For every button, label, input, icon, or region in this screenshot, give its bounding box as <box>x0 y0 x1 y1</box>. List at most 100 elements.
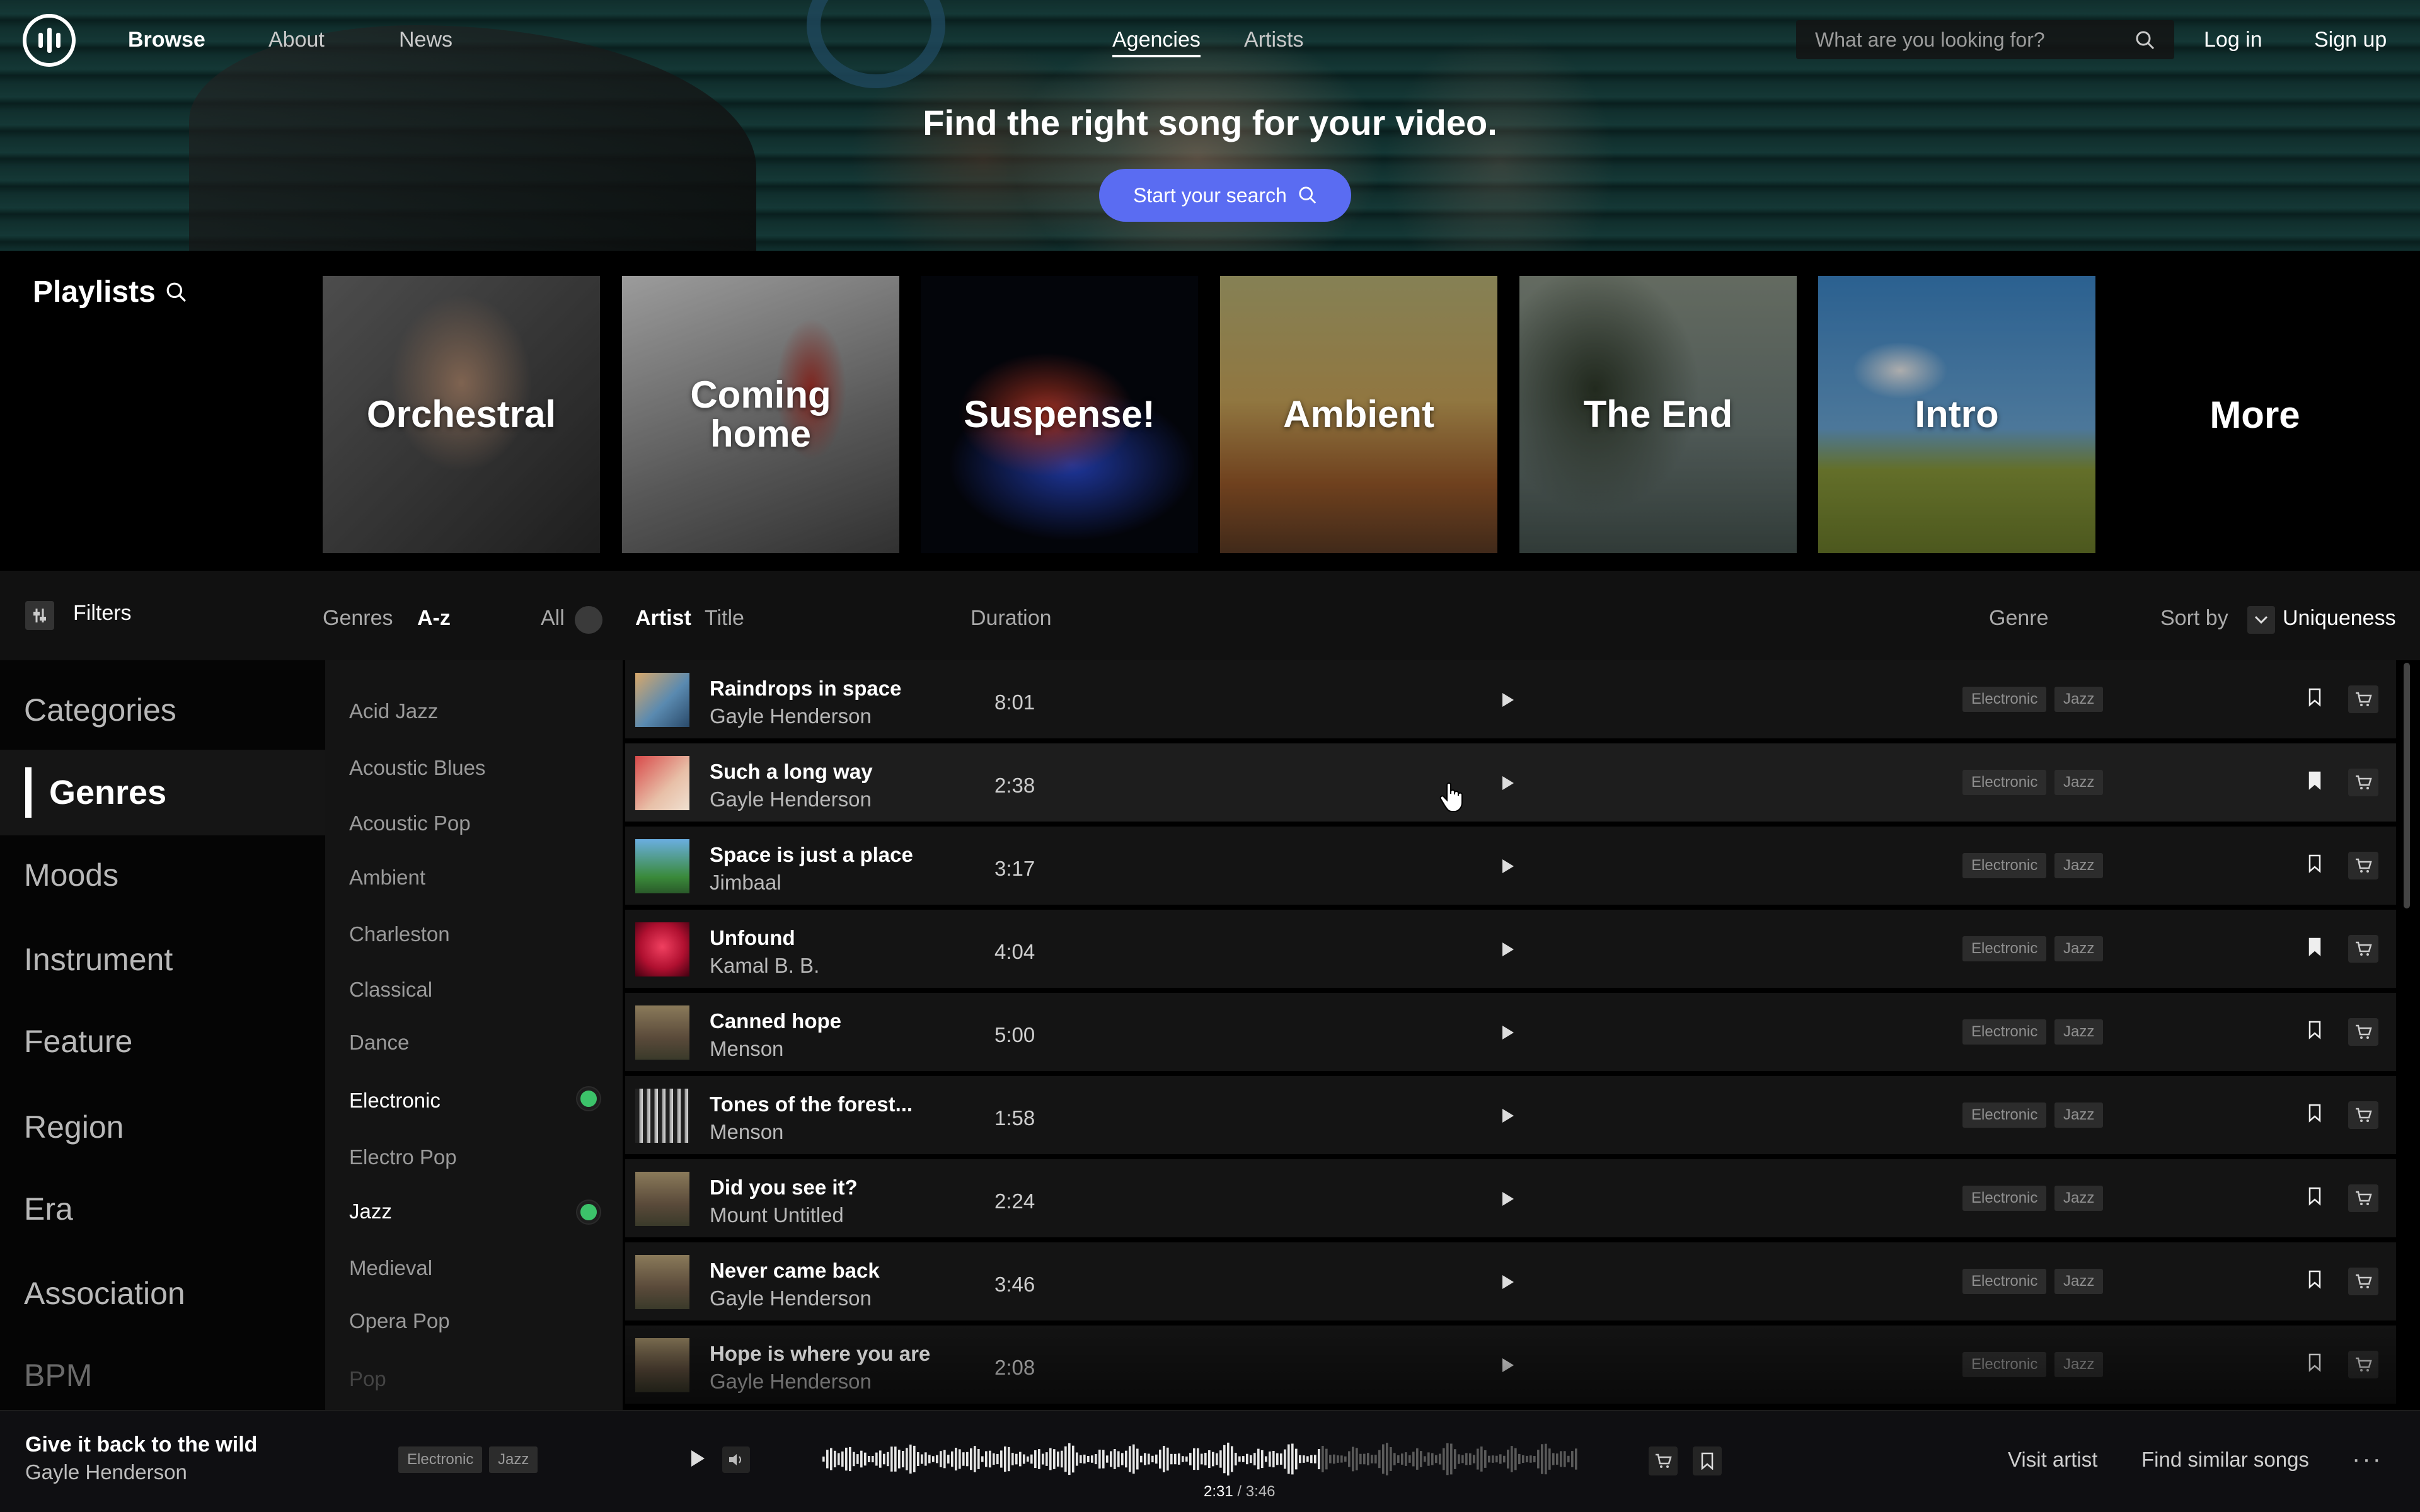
cart-icon[interactable] <box>2348 1351 2378 1378</box>
genre-tag[interactable]: Jazz <box>2054 1102 2104 1128</box>
category-item-feature[interactable]: Feature <box>24 1023 132 1060</box>
category-item-era[interactable]: Era <box>24 1191 73 1227</box>
volume-icon[interactable] <box>722 1446 750 1473</box>
find-similar-link[interactable]: Find similar songs <box>2141 1448 2309 1472</box>
play-icon[interactable] <box>689 1449 706 1468</box>
playlists-more-button[interactable]: More <box>2116 276 2394 553</box>
category-item-instrument[interactable]: Instrument <box>24 941 173 978</box>
genre-item-selected[interactable]: Electronic <box>349 1089 441 1113</box>
cart-icon[interactable] <box>2348 769 2378 796</box>
selected-indicator[interactable] <box>577 1201 600 1223</box>
genre-tag[interactable]: Electronic <box>1962 770 2047 795</box>
cart-icon[interactable] <box>2348 1184 2378 1212</box>
track-row[interactable]: Did you see it? Mount Untitled 2:24 Electro… <box>625 1159 2396 1237</box>
bookmark-icon[interactable] <box>1693 1446 1722 1475</box>
genre-tag[interactable]: Jazz <box>2054 1019 2104 1045</box>
play-icon[interactable] <box>1501 941 1515 958</box>
track-row[interactable]: Canned hope Menson 5:00 Electronic Jazz <box>625 993 2396 1071</box>
track-artwork[interactable] <box>635 922 689 976</box>
player-track-artist[interactable]: Gayle Henderson <box>25 1460 187 1484</box>
genre-tag[interactable]: Electronic <box>1962 1102 2047 1128</box>
cart-icon[interactable] <box>2348 935 2378 963</box>
genre-item[interactable]: Charleston <box>349 922 450 946</box>
genre-item[interactable]: Medieval <box>349 1256 432 1280</box>
track-row[interactable]: Unfound Kamal B. B. 4:04 Electronic Jazz <box>625 910 2396 988</box>
track-title[interactable]: Hope is where you are <box>710 1342 930 1366</box>
category-item-genres[interactable]: Genres <box>0 750 325 835</box>
genre-tag[interactable]: Electronic <box>1962 1352 2047 1377</box>
category-item-region[interactable]: Region <box>24 1109 124 1145</box>
waveform-scrubber[interactable] <box>822 1439 1578 1479</box>
cart-icon[interactable] <box>2348 1018 2378 1046</box>
track-artist[interactable]: Mount Untitled <box>710 1203 844 1227</box>
sort-az-button[interactable]: A-z <box>417 606 451 631</box>
bookmark-icon[interactable] <box>2308 771 2322 790</box>
search-icon[interactable] <box>166 282 187 303</box>
track-artist[interactable]: Gayle Henderson <box>710 1286 872 1310</box>
chevron-down-icon[interactable] <box>2247 606 2275 634</box>
filters-label[interactable]: Filters <box>73 601 132 626</box>
nav-about[interactable]: About <box>268 28 325 52</box>
playlist-card-intro[interactable]: Intro <box>1818 276 2095 553</box>
genre-tag[interactable]: Jazz <box>2054 770 2104 795</box>
cart-icon[interactable] <box>2348 1101 2378 1129</box>
category-item-categories[interactable]: Categories <box>24 692 176 728</box>
player-genre-tag[interactable]: Jazz <box>489 1446 538 1473</box>
track-row[interactable]: Space is just a place Jimbaal 3:17 Electron… <box>625 827 2396 905</box>
cart-icon[interactable] <box>2348 685 2378 713</box>
play-icon[interactable] <box>1501 858 1515 874</box>
tracklist-scrollbar[interactable] <box>2402 663 2411 1410</box>
track-artwork[interactable] <box>635 1255 689 1309</box>
play-icon[interactable] <box>1501 1357 1515 1373</box>
track-artwork[interactable] <box>635 1172 689 1226</box>
playlist-card-suspense[interactable]: Suspense! <box>921 276 1198 553</box>
genre-tag[interactable]: Electronic <box>1962 936 2047 961</box>
all-toggle[interactable] <box>575 606 602 634</box>
genre-item[interactable]: Classical <box>349 978 432 1002</box>
player-track-title[interactable]: Give it back to the wild <box>25 1433 257 1457</box>
playlist-card-ambient[interactable]: Ambient <box>1220 276 1497 553</box>
genre-item[interactable]: Pop <box>349 1367 386 1391</box>
genre-item[interactable]: Opera Pop <box>349 1309 450 1333</box>
column-artist[interactable]: Artist <box>635 606 691 631</box>
cart-icon[interactable] <box>1649 1446 1678 1475</box>
nav-browse[interactable]: Browse <box>128 28 205 52</box>
column-genre[interactable]: Genre <box>1989 606 2049 631</box>
category-item-moods[interactable]: Moods <box>24 857 118 893</box>
playlist-card-the-end[interactable]: The End <box>1519 276 1797 553</box>
genre-item[interactable]: Acoustic Blues <box>349 756 485 780</box>
filters-icon[interactable] <box>25 601 54 630</box>
track-title[interactable]: Tones of the forest... <box>710 1092 913 1116</box>
column-duration[interactable]: Duration <box>971 606 1052 631</box>
genre-tag[interactable]: Electronic <box>1962 1269 2047 1294</box>
genre-tag[interactable]: Jazz <box>2054 853 2104 878</box>
cart-icon[interactable] <box>2348 1268 2378 1295</box>
genre-item[interactable]: Acid Jazz <box>349 699 438 723</box>
track-row[interactable]: Tones of the forest... Menson 1:58 Electron… <box>625 1076 2396 1154</box>
track-artist[interactable]: Gayle Henderson <box>710 1370 872 1394</box>
track-row[interactable]: Raindrops in space Gayle Henderson 8:01 Ele… <box>625 660 2396 738</box>
track-artist[interactable]: Gayle Henderson <box>710 788 872 811</box>
track-artist[interactable]: Kamal B. B. <box>710 954 819 978</box>
bookmark-icon[interactable] <box>2308 937 2322 956</box>
genre-tag[interactable]: Electronic <box>1962 1186 2047 1211</box>
bookmark-icon[interactable] <box>2308 1104 2322 1123</box>
play-icon[interactable] <box>1501 1108 1515 1124</box>
nav-artists[interactable]: Artists <box>1244 28 1303 52</box>
bookmark-icon[interactable] <box>2308 1021 2322 1040</box>
track-artwork[interactable] <box>635 673 689 727</box>
genre-tag[interactable]: Jazz <box>2054 1269 2104 1294</box>
column-title[interactable]: Title <box>705 606 744 631</box>
track-artwork[interactable] <box>635 839 689 893</box>
bookmark-icon[interactable] <box>2308 1353 2322 1372</box>
track-title[interactable]: Did you see it? <box>710 1176 858 1200</box>
genre-item[interactable]: Electro Pop <box>349 1145 457 1169</box>
category-item-association[interactable]: Association <box>24 1275 185 1312</box>
bookmark-icon[interactable] <box>2308 1270 2322 1289</box>
logo-icon[interactable] <box>23 14 76 67</box>
playlist-card-orchestral[interactable]: Orchestral <box>323 276 600 553</box>
track-title[interactable]: Never came back <box>710 1259 880 1283</box>
play-icon[interactable] <box>1501 775 1515 791</box>
genre-item[interactable]: Ambient <box>349 866 425 890</box>
genre-tag[interactable]: Electronic <box>1962 853 2047 878</box>
